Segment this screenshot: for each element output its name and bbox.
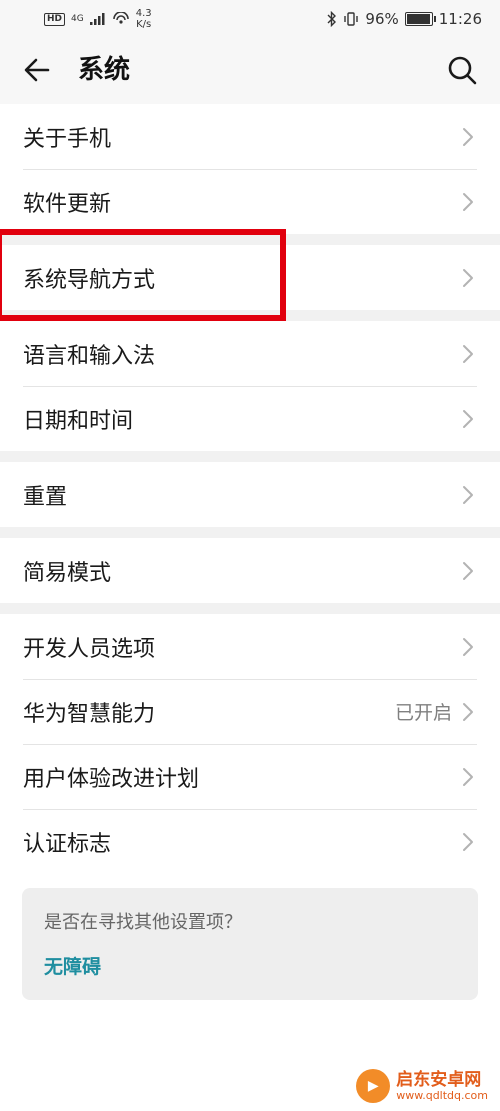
settings-group: 重置 — [0, 462, 500, 527]
chevron-right-icon — [462, 485, 474, 505]
speed-value: 4.3 — [135, 8, 152, 19]
settings-row-status: 已开启 — [394, 702, 452, 724]
battery-icon — [404, 12, 436, 26]
watermark-brand: 启东安卓网 — [396, 1070, 482, 1090]
chevron-right-icon — [462, 561, 474, 581]
group-gap — [0, 234, 500, 245]
suggestion-question: 是否在寻找其他设置项？ — [44, 912, 242, 933]
settings-row[interactable]: 重置 — [0, 462, 500, 527]
settings-row-label: 系统导航方式 — [23, 267, 156, 293]
chevron-right-icon — [462, 409, 474, 429]
accessibility-link[interactable]: 无障碍 — [44, 952, 456, 979]
settings-row-right — [462, 561, 474, 581]
chevron-right-icon — [462, 637, 474, 657]
settings-row-right — [462, 767, 474, 787]
battery-percent: 96% — [365, 10, 399, 28]
settings-row[interactable]: 关于手机 — [0, 104, 500, 169]
group-gap — [0, 310, 500, 321]
watermark-logo-icon: ▶ — [356, 1069, 391, 1103]
chevron-right-icon — [462, 767, 474, 787]
suggestion-card: 是否在寻找其他设置项？ 无障碍 — [22, 888, 478, 1000]
hd-badge: HD — [44, 12, 66, 26]
settings-list: 关于手机 软件更新 系统导航方式 语言和输入法 日期和时间 重置 简易模式 开发人员选项 华为智… — [0, 104, 500, 874]
status-left: HD 4G 4.3 K/s — [44, 8, 152, 30]
group-gap — [0, 451, 500, 462]
settings-row-right — [462, 409, 474, 429]
watermark-url: www.qdltdq.com — [396, 1089, 488, 1102]
settings-row[interactable]: 软件更新 — [0, 169, 500, 234]
chevron-right-icon — [462, 832, 474, 852]
settings-row-label: 语言和输入法 — [23, 343, 156, 369]
settings-row[interactable]: 认证标志 — [0, 809, 500, 874]
page-title: 系统 — [78, 55, 131, 85]
settings-row-label: 简易模式 — [23, 560, 112, 586]
settings-row-label: 华为智慧能力 — [23, 701, 156, 727]
settings-row-right — [462, 832, 474, 852]
settings-row-right — [462, 192, 474, 212]
settings-row[interactable]: 华为智慧能力 已开启 — [0, 679, 500, 744]
settings-row[interactable]: 语言和输入法 — [0, 321, 500, 386]
chevron-right-icon — [462, 702, 474, 722]
settings-group: 开发人员选项 华为智慧能力 已开启用户体验改进计划 认证标志 — [0, 614, 500, 874]
status-right: 96% 11:26 — [327, 10, 482, 28]
back-arrow-icon[interactable] — [20, 52, 56, 88]
settings-row-right — [462, 344, 474, 364]
settings-row-label: 用户体验改进计划 — [23, 766, 200, 792]
settings-row-label: 重置 — [23, 484, 68, 510]
signal-icon — [89, 13, 105, 25]
settings-row[interactable]: 系统导航方式 — [0, 245, 500, 310]
settings-group: 简易模式 — [0, 538, 500, 603]
settings-group: 系统导航方式 — [0, 245, 500, 310]
watermark: ▶ 启东安卓网 www.qdltdq.com — [356, 1069, 488, 1103]
settings-row-right: 已开启 — [395, 698, 474, 725]
settings-row-right — [462, 268, 474, 288]
settings-row-right — [462, 637, 474, 657]
settings-row-label: 日期和时间 — [23, 408, 134, 434]
settings-row-label: 认证标志 — [23, 831, 112, 857]
group-gap — [0, 603, 500, 614]
speed-unit: K/s — [136, 19, 152, 30]
network-type: 4G — [71, 13, 84, 24]
settings-row[interactable]: 简易模式 — [0, 538, 500, 603]
watermark-text: 启东安卓网 www.qdltdq.com — [396, 1070, 488, 1102]
settings-row-right — [462, 127, 474, 147]
settings-row-label: 开发人员选项 — [23, 636, 156, 662]
settings-row[interactable]: 用户体验改进计划 — [0, 744, 500, 809]
network-speed: 4.3 K/s — [136, 8, 152, 30]
status-bar: HD 4G 4.3 K/s 96% 11:26 — [0, 0, 500, 38]
bluetooth-icon — [327, 11, 337, 27]
wifi-hotspot-icon — [112, 12, 129, 24]
chevron-right-icon — [462, 344, 474, 364]
chevron-right-icon — [462, 268, 474, 288]
settings-row-label: 关于手机 — [23, 126, 112, 152]
settings-row-label: 软件更新 — [23, 191, 112, 217]
search-icon[interactable] — [446, 52, 478, 88]
settings-row-right — [462, 485, 474, 505]
title-bar: 系统 — [0, 38, 500, 104]
settings-row[interactable]: 日期和时间 — [0, 386, 500, 451]
clock: 11:26 — [438, 10, 482, 28]
top-bar: HD 4G 4.3 K/s 96% 11:26 系统 — [0, 0, 500, 104]
chevron-right-icon — [462, 127, 474, 147]
settings-row[interactable]: 开发人员选项 — [0, 614, 500, 679]
vibrate-icon — [344, 12, 359, 26]
group-gap — [0, 527, 500, 538]
settings-group: 语言和输入法 日期和时间 — [0, 321, 500, 451]
settings-group: 关于手机 软件更新 — [0, 104, 500, 234]
chevron-right-icon — [462, 192, 474, 212]
